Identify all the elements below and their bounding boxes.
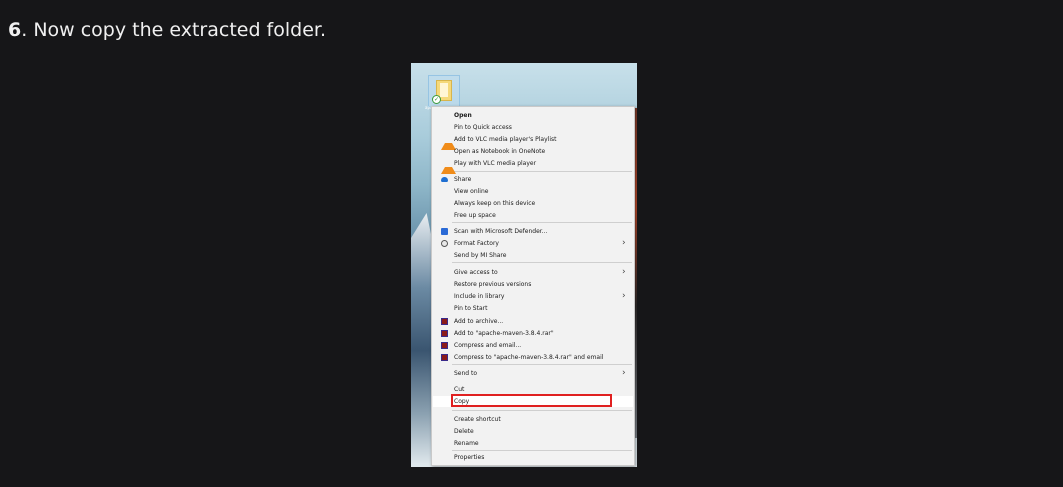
- menu-item-add-vlc-playlist[interactable]: Add to VLC media player's Playlist: [432, 134, 634, 150]
- menu-item-label: Add to VLC media player's Playlist: [454, 136, 557, 143]
- menu-item-label: Send to: [454, 370, 478, 377]
- menu-item-label: Format Factory: [454, 240, 499, 247]
- chevron-right-icon: ›: [622, 291, 626, 301]
- winrar-icon: [441, 354, 448, 361]
- menu-item-label: Compress and email...: [454, 342, 522, 349]
- chevron-right-icon: ›: [622, 267, 626, 277]
- sync-check-icon: ✓: [432, 95, 441, 104]
- menu-item-label: Free up space: [454, 212, 496, 219]
- menu-item-delete[interactable]: Delete: [432, 426, 634, 437]
- menu-item-label: Open: [454, 112, 472, 119]
- menu-item-label: Give access to: [454, 269, 498, 276]
- menu-item-label: Pin to Quick access: [454, 124, 512, 131]
- step-number: 6: [8, 19, 22, 41]
- menu-item-label: Restore previous versions: [454, 281, 532, 288]
- menu-item-free-up-space[interactable]: Free up space: [432, 210, 634, 221]
- menu-item-label: Share: [454, 176, 472, 183]
- menu-item-compress-email[interactable]: Compress and email...: [432, 340, 634, 351]
- selected-folder[interactable]: ✓: [428, 75, 460, 107]
- menu-item-send-to[interactable]: Send to ›: [432, 368, 634, 379]
- menu-item-open-onenote[interactable]: Open as Notebook in OneNote: [432, 146, 634, 157]
- menu-item-label: Open as Notebook in OneNote: [454, 148, 546, 155]
- menu-item-label: Delete: [454, 428, 474, 435]
- menu-item-label: Pin to Start: [454, 305, 488, 312]
- menu-item-compress-rar-email[interactable]: Compress to "apache-maven-3.8.4.rar" and…: [432, 352, 634, 363]
- winrar-icon: [441, 330, 448, 337]
- menu-item-label: Play with VLC media player: [454, 160, 537, 167]
- winrar-icon: [441, 318, 448, 325]
- menu-item-restore-versions[interactable]: Restore previous versions: [432, 279, 634, 290]
- copy-highlight-box: [451, 394, 612, 407]
- chevron-right-icon: ›: [622, 368, 626, 378]
- menu-item-create-shortcut[interactable]: Create shortcut: [432, 414, 634, 425]
- menu-item-label: Create shortcut: [454, 416, 501, 423]
- menu-item-play-vlc[interactable]: Play with VLC media player: [432, 158, 634, 174]
- menu-item-label: Send by MI Share: [454, 252, 507, 259]
- menu-item-view-online[interactable]: View online: [432, 186, 634, 197]
- menu-item-label: Rename: [454, 440, 479, 447]
- menu-item-label: Properties: [454, 454, 485, 461]
- menu-item-label: Scan with Microsoft Defender...: [454, 228, 548, 235]
- onedrive-cloud-icon: [441, 177, 448, 182]
- context-menu: Open Pin to Quick access Add to VLC medi…: [431, 106, 635, 466]
- menu-item-label: Add to archive...: [454, 318, 504, 325]
- menu-item-always-keep[interactable]: Always keep on this device: [432, 198, 634, 209]
- screenshot-image: ✓ apac Open Pin to Quick access Add to V…: [411, 63, 637, 467]
- winrar-icon: [441, 342, 448, 349]
- menu-item-open[interactable]: Open: [432, 110, 634, 121]
- menu-item-label: View online: [454, 188, 489, 195]
- menu-item-pin-quick-access[interactable]: Pin to Quick access: [432, 122, 634, 133]
- menu-item-label: Include in library: [454, 293, 505, 300]
- defender-icon: [441, 228, 448, 235]
- menu-separator: [452, 364, 632, 365]
- menu-item-scan-defender[interactable]: Scan with Microsoft Defender...: [432, 226, 634, 237]
- menu-item-format-factory[interactable]: Format Factory ›: [432, 238, 634, 249]
- menu-separator: [452, 171, 632, 172]
- step-heading: 6. Now copy the extracted folder.: [8, 17, 326, 43]
- menu-item-label: Compress to "apache-maven-3.8.4.rar" and…: [454, 354, 604, 361]
- menu-item-add-to-rar[interactable]: Add to "apache-maven-3.8.4.rar": [432, 328, 634, 339]
- menu-item-send-mi-share[interactable]: Send by MI Share: [432, 250, 634, 261]
- chevron-right-icon: ›: [622, 238, 626, 248]
- menu-item-label: Add to "apache-maven-3.8.4.rar": [454, 330, 554, 337]
- menu-item-rename[interactable]: Rename: [432, 438, 634, 449]
- format-factory-icon: [441, 240, 448, 247]
- menu-separator: [452, 410, 632, 411]
- menu-separator: [452, 262, 632, 263]
- menu-item-add-archive[interactable]: Add to archive...: [432, 316, 634, 327]
- menu-separator: [452, 450, 632, 451]
- menu-item-pin-start[interactable]: Pin to Start: [432, 303, 634, 314]
- menu-separator: [452, 222, 632, 223]
- step-text: . Now copy the extracted folder.: [21, 19, 327, 41]
- menu-item-include-library[interactable]: Include in library ›: [432, 291, 634, 302]
- menu-item-share[interactable]: Share: [432, 174, 634, 185]
- menu-item-give-access[interactable]: Give access to ›: [432, 267, 634, 278]
- menu-item-properties[interactable]: Properties: [432, 452, 634, 463]
- menu-item-label: Always keep on this device: [454, 200, 536, 207]
